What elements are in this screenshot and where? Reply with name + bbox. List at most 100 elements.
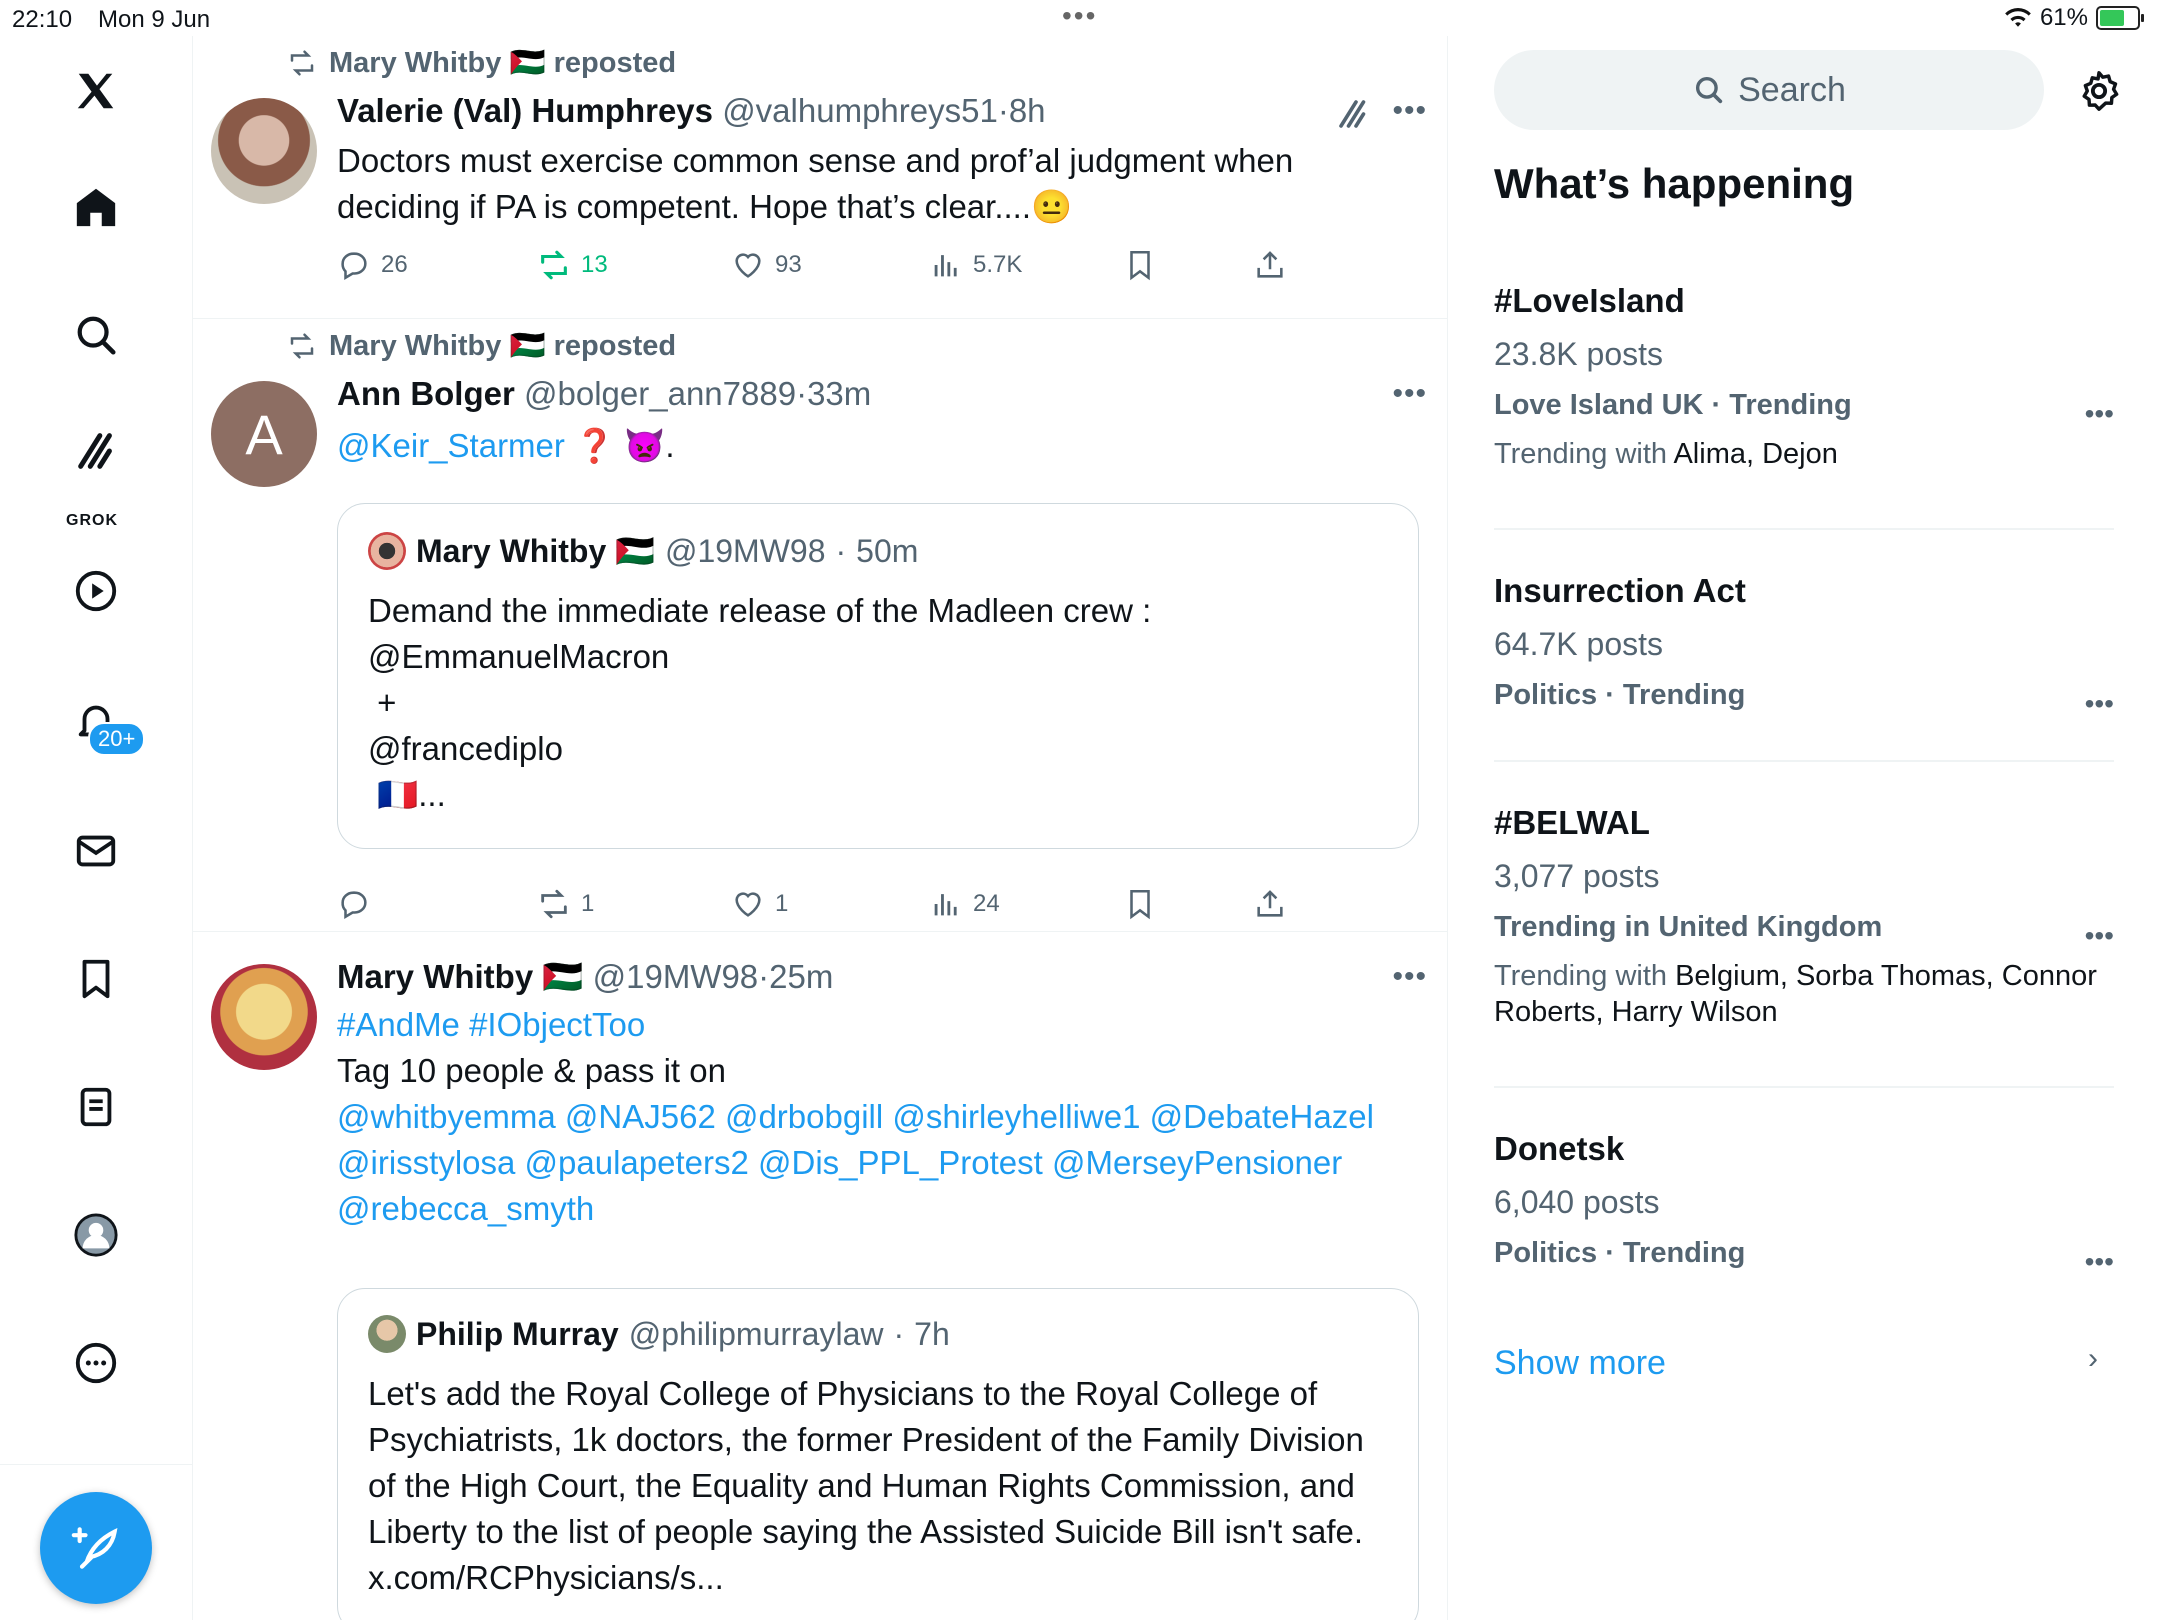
trend-category: Politics · Trending: [1494, 679, 1746, 711]
trend-item[interactable]: #LoveIsland 23.8K posts Love Island UK ·…: [1494, 282, 2114, 472]
share-button[interactable]: [1253, 248, 1287, 282]
mentions[interactable]: @irisstylosa @paulapeters2 @Dis_PPL_Prot…: [337, 1140, 1417, 1186]
reply-button[interactable]: [337, 887, 381, 921]
post-header: Mary Whitby 🇵🇸 @19MW98·25m: [337, 958, 834, 995]
show-more-link[interactable]: Show more: [1494, 1344, 1666, 1383]
compose-post-button[interactable]: [40, 1492, 152, 1604]
sidebar-item-bookmarks[interactable]: [71, 954, 121, 1004]
avatar[interactable]: [211, 964, 317, 1070]
chevron-right-icon[interactable]: ›: [2088, 1342, 2098, 1376]
avatar[interactable]: [211, 98, 317, 204]
reply-button[interactable]: 26: [337, 248, 408, 282]
sidebar-item-messages[interactable]: [71, 826, 121, 876]
quote-avatar: [368, 1315, 406, 1353]
quote-header: Philip Murray @philipmurraylaw · 7h: [368, 1315, 950, 1353]
post-time[interactable]: 8h: [1009, 92, 1046, 129]
trend-item[interactable]: #BELWAL 3,077 posts Trending in United K…: [1494, 804, 2114, 1030]
trend-name: Insurrection Act: [1494, 572, 1746, 609]
like-count: 93: [775, 251, 802, 278]
mention-link[interactable]: @Keir_Starmer: [337, 427, 565, 464]
sidebar-item-search[interactable]: [71, 310, 121, 360]
views-button[interactable]: 24: [929, 887, 1000, 921]
trend-posts: 23.8K posts: [1494, 336, 1663, 372]
quote-line: Demand the immediate release of the Madl…: [368, 592, 1152, 629]
emoji: 😐: [1031, 188, 1073, 225]
quote-text: Let's add the Royal College of Physician…: [368, 1375, 1364, 1596]
heart-icon: [735, 253, 761, 278]
post-more-icon[interactable]: •••: [1392, 377, 1427, 411]
post-card[interactable]: Mary Whitby 🇵🇸 @19MW98·25m ••• #AndMe #I…: [193, 932, 1447, 1620]
post-time[interactable]: 25m: [769, 958, 833, 995]
post-time[interactable]: 33m: [807, 375, 871, 412]
sidebar-item-profile[interactable]: [71, 1210, 121, 1260]
share-button[interactable]: [1253, 887, 1287, 921]
bookmark-button[interactable]: [1123, 887, 1157, 921]
mentions[interactable]: @rebecca_smyth: [337, 1186, 1417, 1232]
search-input[interactable]: Search: [1494, 50, 2044, 130]
repost-button[interactable]: 13: [537, 248, 608, 282]
repost-button[interactable]: 1: [537, 887, 594, 921]
post-card[interactable]: Mary Whitby 🇵🇸 reposted A Ann Bolger @bo…: [193, 319, 1447, 932]
reply-icon: [341, 891, 367, 920]
mentions[interactable]: @whitbyemma @NAJ562 @drbobgill @shirleyh…: [337, 1094, 1417, 1140]
trend-more-icon[interactable]: •••: [2085, 688, 2114, 720]
quote-header: Mary Whitby 🇵🇸 @19MW98 · 50m: [368, 532, 918, 570]
sidebar-item-video[interactable]: [71, 566, 121, 616]
grok-explain-icon[interactable]: [1335, 96, 1371, 137]
post-header: Ann Bolger @bolger_ann7889·33m: [337, 375, 872, 412]
list-icon: [80, 1087, 112, 1127]
sidebar-item-grok[interactable]: [71, 426, 121, 476]
trend-item[interactable]: Donetsk 6,040 posts Politics · Trending …: [1494, 1130, 2114, 1277]
like-button[interactable]: 1: [731, 887, 788, 921]
quote-author-name: Mary Whitby 🇵🇸: [416, 533, 655, 569]
quoted-post[interactable]: Philip Murray @philipmurraylaw · 7h Let's …: [337, 1288, 1419, 1620]
sidebar-item-more[interactable]: [71, 1338, 121, 1388]
post-line: Tag 10 people & pass it on: [337, 1052, 726, 1089]
bookmark-button[interactable]: [1123, 248, 1157, 282]
trend-more-icon[interactable]: •••: [2085, 1246, 2114, 1278]
view-count: 24: [973, 890, 1000, 917]
views-chart-icon: [934, 255, 957, 277]
share-icon: [1257, 890, 1283, 917]
repost-indicator: Mary Whitby 🇵🇸 reposted: [285, 46, 676, 80]
author-handle[interactable]: @bolger_ann7889: [524, 375, 796, 412]
sidebar-item-home[interactable]: [71, 182, 121, 232]
post-text: #AndMe #IObjectToo Tag 10 people & pass …: [337, 1002, 1417, 1232]
author-name[interactable]: Mary Whitby 🇵🇸: [337, 958, 583, 995]
repost-icon: [541, 250, 567, 280]
quoted-post[interactable]: Mary Whitby 🇵🇸 @19MW98 · 50m Demand the im…: [337, 503, 1419, 849]
grok-label: GROK: [66, 512, 118, 529]
whats-happening-heading: What’s happening: [1494, 160, 1855, 207]
search-icon: [77, 316, 116, 355]
author-handle[interactable]: @19MW98: [593, 958, 759, 995]
sidebar-item-lists[interactable]: [71, 1082, 121, 1132]
hashtags[interactable]: #AndMe #IObjectToo: [337, 1002, 1417, 1048]
x-logo-icon[interactable]: [71, 66, 121, 116]
repost-count: 13: [581, 251, 608, 278]
author-name[interactable]: Valerie (Val) Humphreys: [337, 92, 713, 129]
post-more-icon[interactable]: •••: [1392, 94, 1427, 128]
trend-category: Love Island UK · Trending: [1494, 389, 1852, 421]
quote-line: @EmmanuelMacron: [368, 638, 670, 675]
repost-text: Mary Whitby 🇵🇸 reposted: [329, 330, 677, 362]
trend-item[interactable]: Insurrection Act 64.7K posts Politics · …: [1494, 572, 2114, 719]
avatar[interactable]: A: [211, 381, 317, 487]
multitasking-dots[interactable]: •••: [1062, 0, 1097, 32]
views-button[interactable]: 5.7K: [929, 248, 1022, 282]
post-actions: 1 1 24: [337, 887, 1337, 927]
trend-name: #BELWAL: [1494, 804, 1650, 841]
avatar-letter: A: [245, 402, 283, 466]
like-button[interactable]: 93: [731, 248, 802, 282]
settings-button[interactable]: [2076, 68, 2122, 119]
trend-more-icon[interactable]: •••: [2085, 920, 2114, 952]
trend-name: #LoveIsland: [1494, 282, 1685, 319]
share-icon: [1257, 251, 1283, 278]
post-text: @Keir_Starmer ❓ 👿.: [337, 423, 1417, 469]
author-name[interactable]: Ann Bolger: [337, 375, 515, 412]
search-icon: [1696, 76, 1723, 104]
post-more-icon[interactable]: •••: [1392, 960, 1427, 994]
like-count: 1: [775, 890, 789, 917]
author-handle[interactable]: @valhumphreys51: [722, 92, 998, 129]
trend-more-icon[interactable]: •••: [2085, 398, 2114, 430]
post-card[interactable]: Mary Whitby 🇵🇸 reposted Valerie (Val) Hu…: [193, 36, 1447, 319]
